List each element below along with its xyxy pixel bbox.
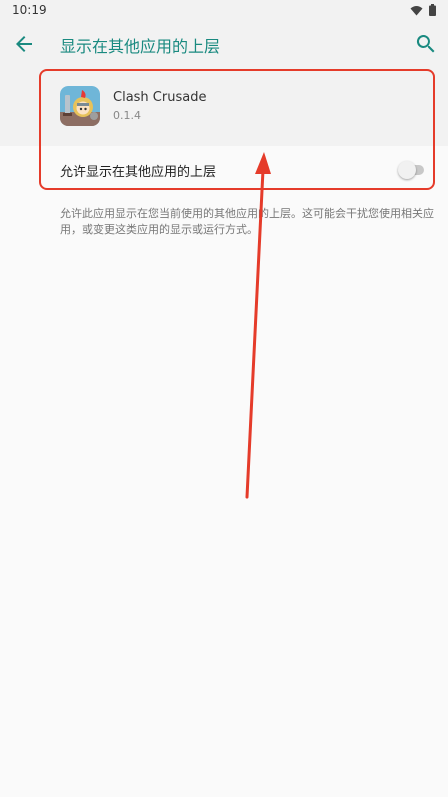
battery-icon bbox=[429, 4, 436, 16]
overlay-permission-row[interactable]: 允许显示在其他应用的上层 bbox=[0, 146, 448, 194]
knight-app-icon bbox=[60, 86, 100, 126]
status-icons bbox=[410, 4, 436, 16]
status-time: 10:19 bbox=[12, 3, 47, 17]
permission-summary: 允许此应用显示在您当前使用的其他应用的上层。这可能会干扰您使用相关应用，或变更这… bbox=[60, 207, 434, 236]
wifi-icon bbox=[410, 5, 423, 15]
app-name: Clash Crusade bbox=[113, 90, 207, 105]
arrow-back-icon[interactable] bbox=[12, 32, 36, 56]
status-bar: 10:19 bbox=[0, 0, 448, 20]
overlay-permission-toggle[interactable] bbox=[398, 161, 424, 179]
app-bar: 显示在其他应用的上层 bbox=[0, 20, 448, 68]
app-header: Clash Crusade 0.1.4 bbox=[0, 68, 448, 146]
app-version: 0.1.4 bbox=[113, 109, 141, 122]
toggle-thumb bbox=[398, 161, 416, 179]
overlay-permission-label: 允许显示在其他应用的上层 bbox=[60, 165, 217, 180]
search-icon[interactable] bbox=[414, 32, 438, 56]
page-title: 显示在其他应用的上层 bbox=[60, 37, 221, 56]
